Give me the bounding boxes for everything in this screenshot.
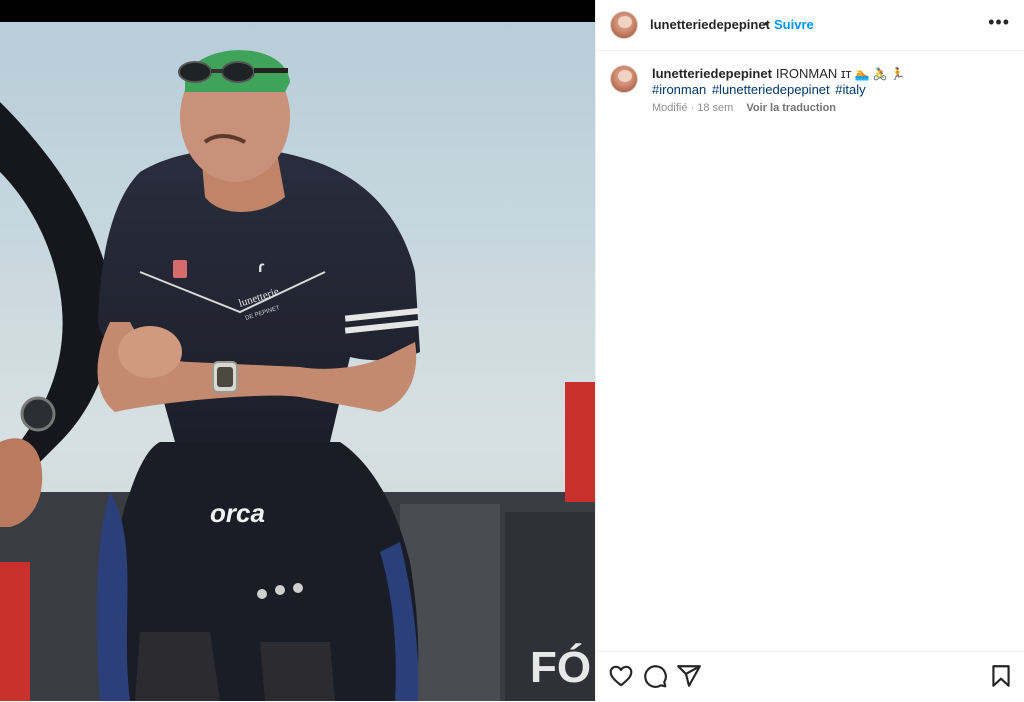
post-header: lunetteriedepepinet • Suivre ••• (596, 0, 1024, 51)
photo-illustration: FÓ ɾ lunetterie DE PEPINET orca (0, 22, 595, 701)
comment-icon[interactable] (642, 663, 668, 689)
hashtag-link[interactable]: #lunetteriedepepinet (712, 82, 830, 97)
post-photo[interactable]: FÓ ɾ lunetterie DE PEPINET orca (0, 22, 595, 701)
caption-avatar[interactable] (610, 65, 638, 93)
bike-emoji: 🚴 (872, 67, 888, 81)
modified-timestamp: Modifié · 18 sem (652, 102, 734, 114)
bookmark-icon[interactable] (988, 663, 1014, 689)
header-separator: • (764, 16, 769, 31)
follow-button[interactable]: Suivre (774, 17, 814, 32)
author-avatar[interactable] (610, 11, 638, 39)
svg-text:FÓ: FÓ (530, 642, 591, 692)
heart-icon[interactable] (608, 663, 634, 689)
caption-username[interactable]: lunetteriedepepinet (652, 66, 772, 81)
hashtag-link[interactable]: #ironman (652, 82, 706, 97)
suit-brand: orca (210, 498, 265, 528)
run-emoji: 🏃 (890, 67, 906, 81)
hashtag-link[interactable]: #italy (835, 82, 865, 97)
share-icon[interactable] (676, 663, 702, 689)
hashtags: #ironman #lunetteriedepepinet #italy (652, 81, 868, 98)
action-bar (596, 651, 1024, 702)
swim-emoji: 🏊 (854, 67, 870, 81)
author-username[interactable]: lunetteriedepepinet (650, 17, 770, 32)
translate-link[interactable]: Voir la traduction (746, 102, 836, 114)
more-options-icon[interactable]: ••• (988, 12, 1010, 32)
post-side-panel: lunetteriedepepinet • Suivre ••• lunette… (595, 0, 1024, 701)
svg-text:ɾ: ɾ (258, 259, 265, 276)
top-black-bar (0, 0, 595, 22)
caption-text: IRONMAN ɪᴛ (775, 66, 852, 81)
caption-meta: Modifié · 18 sem Voir la traduction (652, 102, 836, 114)
